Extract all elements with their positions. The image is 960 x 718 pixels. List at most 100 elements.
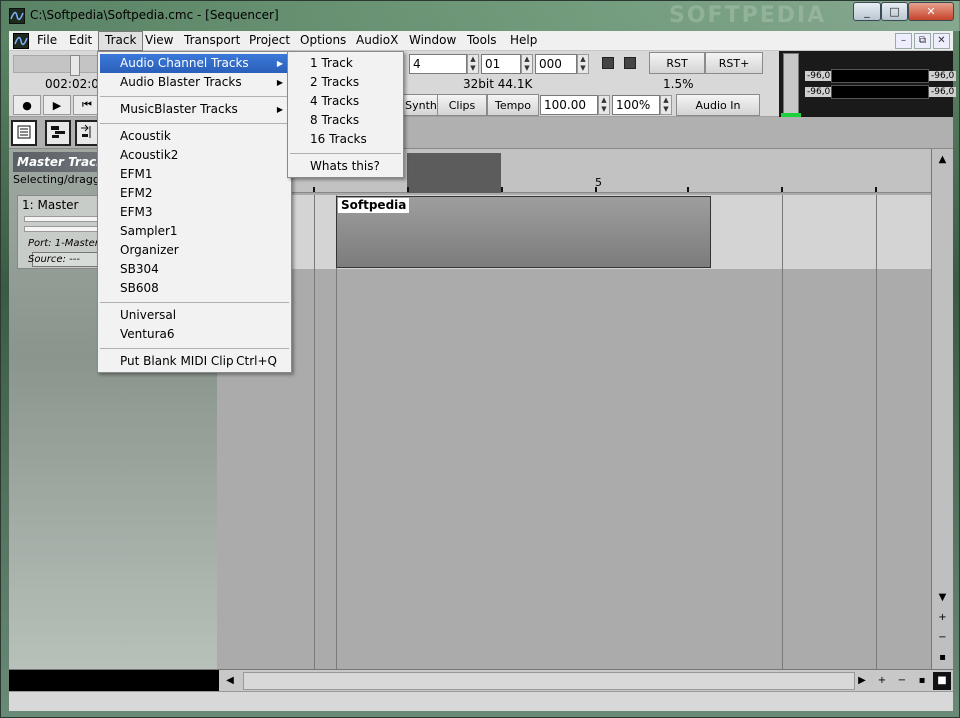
meter-right-b: -96,0	[929, 87, 957, 97]
track-port-label[interactable]: Port: 1-Master	[28, 238, 99, 249]
bar-input[interactable]: 4	[409, 54, 467, 74]
tempo-button[interactable]: Tempo	[487, 94, 539, 116]
grid-line	[314, 195, 315, 669]
scroll-track[interactable]	[243, 672, 855, 690]
menu-window[interactable]: Window	[403, 31, 462, 51]
audio-format-label: 32bit 44.1K	[463, 77, 533, 91]
h-zoom-in-icon[interactable]: +	[873, 672, 891, 690]
zoom-input[interactable]: 100%	[612, 95, 660, 115]
close-button[interactable]: ✕	[908, 2, 954, 21]
minimize-button[interactable]: _	[853, 2, 881, 21]
audio-in-button[interactable]: Audio In	[676, 94, 760, 116]
menu-organizer[interactable]: Organizer	[100, 241, 289, 260]
punch-toggle[interactable]	[624, 57, 636, 69]
scroll-left-arrow-icon[interactable]: ◀	[221, 672, 239, 690]
maximize-button[interactable]: □	[881, 2, 908, 21]
menu-help[interactable]: Help	[504, 31, 543, 51]
rst-button[interactable]: RST	[649, 52, 705, 74]
scroll-up-arrow-icon[interactable]: ▲	[934, 151, 951, 168]
menu-efm3[interactable]: EFM3	[100, 203, 289, 222]
menu-item-label: Audio Blaster Tracks	[120, 75, 242, 89]
menu-audio-channel-tracks[interactable]: Audio Channel Tracks ▶	[100, 54, 289, 73]
list-view-tool[interactable]	[11, 120, 37, 146]
menu-separator	[100, 123, 289, 124]
h-zoom-reset-icon[interactable]: ▪	[913, 672, 931, 690]
grid-line	[876, 195, 877, 669]
menu-options[interactable]: Options	[294, 31, 352, 51]
submenu-whats-this[interactable]: Whats this?	[290, 157, 401, 176]
horizontal-scrollbar[interactable]: ◀ ▶ + − ▪ ■	[9, 669, 953, 692]
scroll-right-arrow-icon[interactable]: ▶	[853, 672, 871, 690]
corner-box-icon[interactable]: ■	[933, 672, 951, 690]
menu-project[interactable]: Project	[243, 31, 296, 51]
menu-transport[interactable]: Transport	[178, 31, 246, 51]
list-view-icon	[16, 124, 32, 143]
document-icon[interactable]	[13, 33, 29, 49]
submenu-16-tracks[interactable]: 16 Tracks	[290, 130, 401, 149]
zoom-spinner[interactable]: ▲ ▼	[660, 95, 672, 115]
menu-sb304[interactable]: SB304	[100, 260, 289, 279]
menu-audiox[interactable]: AudioX	[350, 31, 404, 51]
mdi-minimize-button[interactable]: –	[895, 33, 912, 49]
menu-track[interactable]: Track	[98, 31, 144, 51]
menu-sampler1[interactable]: Sampler1	[100, 222, 289, 241]
menu-view[interactable]: View	[139, 31, 179, 51]
menu-efm1[interactable]: EFM1	[100, 165, 289, 184]
play-button[interactable]: ▶	[43, 95, 71, 115]
mdi-restore-button[interactable]: ⧉	[914, 33, 931, 49]
arrange-tool[interactable]	[45, 120, 71, 146]
audio-clip[interactable]: Softpedia	[336, 196, 711, 268]
menu-efm2[interactable]: EFM2	[100, 184, 289, 203]
menu-sb608[interactable]: SB608	[100, 279, 289, 298]
zoom-reset-icon[interactable]: ▪	[934, 649, 951, 666]
menu-acoustik2[interactable]: Acoustik2	[100, 146, 289, 165]
submenu-2-tracks[interactable]: 2 Tracks	[290, 73, 401, 92]
track-menu-dropdown: Audio Channel Tracks ▶ Audio Blaster Tra…	[97, 51, 292, 373]
menu-universal[interactable]: Universal	[100, 306, 289, 325]
submenu-8-tracks[interactable]: 8 Tracks	[290, 111, 401, 130]
rst-plus-button[interactable]: RST+	[705, 52, 763, 74]
track-name: 1: Master	[22, 198, 79, 212]
zoom-in-icon[interactable]: +	[934, 609, 951, 626]
grid-line	[782, 195, 783, 669]
mdi-close-icon: ✕	[937, 35, 946, 46]
menu-musicblaster-tracks[interactable]: MusicBlaster Tracks ▶	[100, 100, 289, 119]
mdi-close-button[interactable]: ✕	[933, 33, 950, 49]
submenu-4-tracks[interactable]: 4 Tracks	[290, 92, 401, 111]
arrange-icon	[49, 124, 67, 143]
ruler-selection[interactable]	[407, 153, 501, 193]
master-volume-slider[interactable]	[783, 53, 799, 115]
menu-file[interactable]: File	[31, 31, 63, 51]
title-bar[interactable]: C:\Softpedia\Softpedia.cmc - [Sequencer]…	[1, 1, 960, 31]
app-logo-icon[interactable]	[9, 8, 25, 24]
menu-put-blank-midi-clip[interactable]: Put Blank MIDI Clip Ctrl+Q	[100, 352, 289, 371]
h-zoom-out-icon[interactable]: −	[893, 672, 911, 690]
submenu-1-track[interactable]: 1 Track	[290, 54, 401, 73]
app-window: C:\Softpedia\Softpedia.cmc - [Sequencer]…	[0, 0, 960, 718]
menu-edit[interactable]: Edit	[63, 31, 98, 51]
vertical-scrollbar[interactable]: ▲ ▼ + − ▪	[931, 149, 953, 669]
beat-spinner[interactable]: ▲ ▼	[521, 54, 533, 74]
close-icon: ✕	[926, 5, 936, 18]
meter-left-b: -96,0	[805, 87, 833, 97]
ruler-tick	[687, 187, 689, 192]
zoom-out-icon[interactable]: −	[934, 629, 951, 646]
timeline-area[interactable]: 5 Softpedia	[217, 149, 931, 669]
bar-spinner[interactable]: ▲ ▼	[467, 54, 479, 74]
tick-spinner[interactable]: ▲ ▼	[577, 54, 589, 74]
beat-input[interactable]: 01	[481, 54, 521, 74]
menu-separator	[100, 302, 289, 303]
menu-bar: File Edit Track View Transport Project O…	[9, 31, 953, 51]
menu-tools[interactable]: Tools	[461, 31, 503, 51]
tempo-input[interactable]: 100.00	[540, 95, 598, 115]
menu-ventura6[interactable]: Ventura6	[100, 325, 289, 344]
minimize-icon: _	[864, 5, 870, 18]
record-button[interactable]: ●	[13, 95, 41, 115]
menu-audio-blaster-tracks[interactable]: Audio Blaster Tracks ▶	[100, 73, 289, 92]
clips-button[interactable]: Clips	[437, 94, 487, 116]
loop-toggle[interactable]	[602, 57, 614, 69]
tick-input[interactable]: 000	[535, 54, 577, 74]
menu-acoustik[interactable]: Acoustik	[100, 127, 289, 146]
scroll-down-arrow-icon[interactable]: ▼	[934, 589, 951, 606]
tempo-spinner[interactable]: ▲ ▼	[598, 95, 610, 115]
